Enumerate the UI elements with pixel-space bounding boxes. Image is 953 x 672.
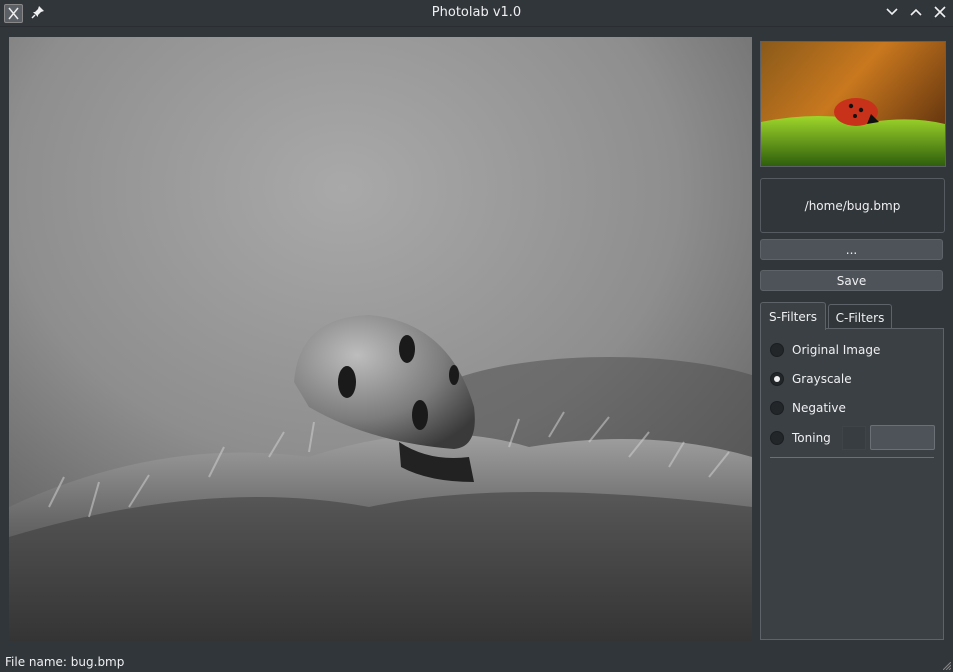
filter-original-image[interactable]: Original Image — [770, 343, 880, 357]
radio-original-image[interactable] — [770, 343, 784, 357]
tab-c-filters[interactable]: C-Filters — [828, 304, 892, 330]
tab-s-filters[interactable]: S-Filters — [760, 302, 826, 330]
resize-grip-icon[interactable] — [943, 662, 951, 670]
file-path-display: /home/bug.bmp — [760, 178, 945, 233]
minimize-icon[interactable] — [885, 5, 899, 19]
image-viewer — [9, 37, 752, 641]
radio-toning[interactable] — [770, 431, 784, 445]
toning-color-button[interactable] — [870, 425, 935, 450]
save-button[interactable]: Save — [760, 270, 943, 291]
close-icon[interactable] — [933, 5, 947, 19]
window-title: Photolab v1.0 — [431, 5, 522, 20]
filter-label: Negative — [792, 401, 846, 415]
radio-grayscale[interactable] — [770, 372, 784, 386]
s-filters-panel: Original Image Grayscale Negative Toning — [760, 328, 944, 640]
grayscale-ladybug-image — [9, 37, 752, 641]
color-ladybug-thumbnail — [761, 42, 945, 166]
filter-grayscale[interactable]: Grayscale — [770, 372, 852, 386]
file-path-text: /home/bug.bmp — [804, 198, 901, 213]
original-thumbnail — [760, 41, 946, 167]
toning-color-swatch — [842, 426, 866, 450]
filter-label: Toning — [792, 431, 831, 445]
maximize-icon[interactable] — [909, 5, 923, 19]
title-bar: Photolab v1.0 — [0, 0, 953, 27]
filter-label: Grayscale — [792, 372, 852, 386]
filter-toning[interactable]: Toning — [770, 431, 831, 445]
status-bar-text: File name: bug.bmp — [5, 655, 125, 669]
browse-button[interactable]: ... — [760, 239, 943, 260]
filter-label: Original Image — [792, 343, 881, 357]
divider — [770, 457, 934, 458]
radio-negative[interactable] — [770, 401, 784, 415]
filter-negative[interactable]: Negative — [770, 401, 846, 415]
